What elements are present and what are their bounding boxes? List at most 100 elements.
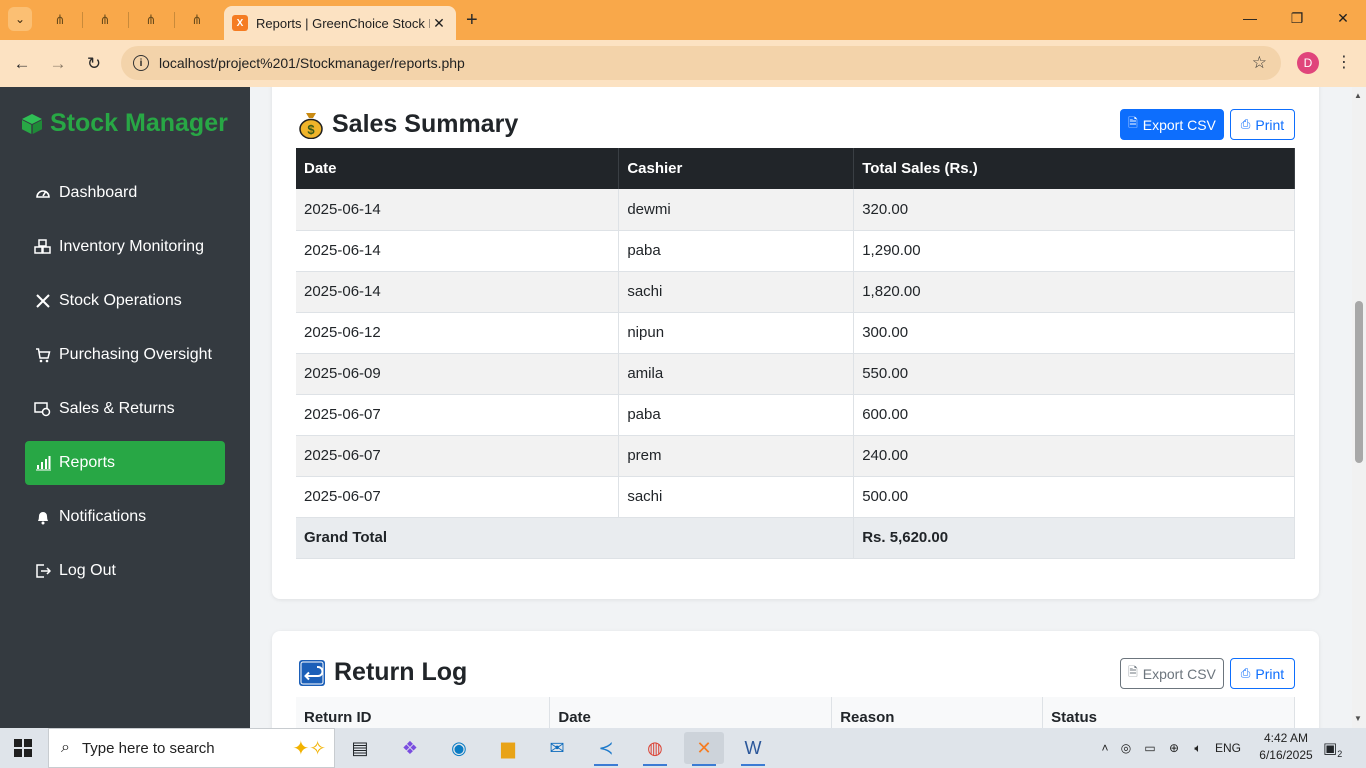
network-icon[interactable]: ⊕ xyxy=(1162,741,1186,755)
pinned-tab-icon[interactable]: ⋔ xyxy=(141,10,161,30)
reload-button[interactable]: ↻ xyxy=(82,52,106,76)
windows-start-icon[interactable] xyxy=(14,739,32,757)
bell-icon xyxy=(34,509,51,526)
sidebar-item-reports[interactable]: Reports xyxy=(25,441,225,485)
word-icon[interactable]: W xyxy=(733,732,773,766)
new-tab-button[interactable]: + xyxy=(466,10,478,30)
close-window-button[interactable]: ✕ xyxy=(1333,10,1353,27)
clock-date: 6/16/2025 xyxy=(1259,748,1313,762)
tab-title: Reports | GreenChoice Stock Ma xyxy=(256,15,430,31)
forward-button[interactable]: → xyxy=(46,52,70,76)
sparkle-icon: ✦✧ xyxy=(292,738,326,760)
battery-icon[interactable]: ▭ xyxy=(1138,741,1162,755)
clock[interactable]: 4:42 AM 6/16/2025 xyxy=(1252,730,1320,764)
scrollbar-thumb[interactable] xyxy=(1355,301,1363,463)
chevron-up-icon[interactable]: ˄ xyxy=(1096,741,1114,755)
back-button[interactable]: ← xyxy=(10,52,34,76)
column-header[interactable]: Total Sales (Rs.) xyxy=(853,148,1295,189)
active-tab[interactable]: X Reports | GreenChoice Stock Ma ✕ xyxy=(224,6,456,40)
language-indicator[interactable]: ENG xyxy=(1210,741,1246,755)
sidebar-item-label: Stock Operations xyxy=(59,292,182,309)
scroll-down-arrow-icon[interactable]: ▼ xyxy=(1354,714,1362,723)
address-bar[interactable]: i localhost/project%201/Stockmanager/rep… xyxy=(121,46,1281,80)
column-header[interactable]: Status xyxy=(1042,697,1295,728)
sidebar-item-stock-operations[interactable]: Stock Operations xyxy=(25,279,225,323)
cashier-cell: paba xyxy=(618,230,855,272)
date-cell: 2025-06-09 xyxy=(296,353,620,395)
export-csv-button[interactable]: 🗎 Export CSV xyxy=(1120,109,1224,140)
volume-icon[interactable]: 🔈︎ xyxy=(1186,741,1210,756)
cart-icon xyxy=(34,347,51,364)
date-cell: 2025-06-07 xyxy=(296,435,620,477)
tab-separator xyxy=(82,12,83,28)
outlook-icon[interactable]: ✉ xyxy=(537,732,577,764)
sidebar-item-log-out[interactable]: Log Out xyxy=(25,549,225,593)
grand-total-row: Grand Total Rs. 5,620.00 xyxy=(296,517,1295,559)
date-cell: 2025-06-07 xyxy=(296,476,620,518)
file-export-icon: 🗎 xyxy=(1128,665,1138,679)
return-log-card: Return Log 🗎 Export CSV ⎙ Print Return I… xyxy=(272,631,1319,728)
taskbar: ⌕ Type here to search ✦✧ ▤ ❖ ◉ ▆ ✉ ≺ ◍ ✕… xyxy=(0,728,1366,768)
site-info-icon[interactable]: i xyxy=(133,55,149,71)
copilot-icon[interactable]: ❖ xyxy=(390,732,430,764)
print-button[interactable]: ⎙ Print xyxy=(1230,658,1295,689)
date-cell: 2025-06-12 xyxy=(296,312,620,354)
pinned-tab-icon[interactable]: ⋔ xyxy=(95,10,115,30)
chrome-icon[interactable]: ◍ xyxy=(635,732,675,766)
column-header[interactable]: Reason xyxy=(831,697,1044,728)
tab-search-button[interactable]: ⌄ xyxy=(8,7,32,31)
profile-avatar[interactable]: D xyxy=(1297,52,1319,74)
sidebar-item-notifications[interactable]: Notifications xyxy=(25,495,225,539)
browser-menu-icon[interactable]: ⋮ xyxy=(1336,52,1352,74)
total-cell: 600.00 xyxy=(853,394,1295,436)
vscode-icon[interactable]: ≺ xyxy=(586,732,626,766)
boxes-icon xyxy=(34,239,51,256)
sidebar-item-label: Reports xyxy=(59,454,116,471)
xampp-favicon-icon: X xyxy=(232,15,248,31)
system-tray: ˄ ◎ ▭ ⊕ 🔈︎ ENG xyxy=(1096,728,1246,768)
svg-text:$: $ xyxy=(307,122,315,137)
notification-center-icon[interactable]: ▣2 xyxy=(1323,739,1342,759)
sidebar-item-inventory-monitoring[interactable]: Inventory Monitoring xyxy=(25,225,225,269)
sidebar-item-sales-returns[interactable]: Sales & Returns xyxy=(25,387,225,431)
main-content: $ Sales Summary 🗎 Export CSV ⎙ Print Dat… xyxy=(250,87,1352,728)
card-title: Sales Summary xyxy=(332,110,519,138)
restore-button[interactable]: ❐ xyxy=(1287,10,1307,27)
camera-icon[interactable]: ◎ xyxy=(1114,741,1138,755)
button-label: Export CSV xyxy=(1142,116,1216,133)
table-row: 2025-06-14 paba 1,290.00 xyxy=(296,230,1295,272)
pinned-tab-icon[interactable]: ⋔ xyxy=(187,10,207,30)
page-scrollbar[interactable]: ▲ ▼ xyxy=(1352,87,1366,728)
cashier-cell: sachi xyxy=(618,476,855,518)
sidebar-item-label: Notifications xyxy=(59,508,147,525)
sidebar-item-purchasing-oversight[interactable]: Purchasing Oversight xyxy=(25,333,225,377)
sidebar-item-dashboard[interactable]: Dashboard xyxy=(25,171,225,215)
pinned-tab-icon[interactable]: ⋔ xyxy=(50,10,70,30)
sales-summary-card: $ Sales Summary 🗎 Export CSV ⎙ Print Dat… xyxy=(272,87,1319,599)
scroll-up-arrow-icon[interactable]: ▲ xyxy=(1354,91,1362,100)
brand[interactable]: Stock Manager xyxy=(20,109,228,138)
cashier-cell: dewmi xyxy=(618,189,855,231)
minimize-button[interactable]: — xyxy=(1240,10,1260,26)
column-header[interactable]: Return ID xyxy=(296,697,551,728)
xampp-icon[interactable]: ✕ xyxy=(684,732,724,766)
column-header[interactable]: Date xyxy=(296,148,620,189)
tab-close-icon[interactable]: ✕ xyxy=(430,15,448,32)
taskbar-search-box[interactable]: ⌕ Type here to search ✦✧ xyxy=(48,728,335,768)
sales-summary-table: Date Cashier Total Sales (Rs.) 2025-06-1… xyxy=(296,148,1295,559)
date-cell: 2025-06-07 xyxy=(296,394,620,436)
export-csv-button[interactable]: 🗎 Export CSV xyxy=(1120,658,1224,689)
column-header[interactable]: Cashier xyxy=(618,148,855,189)
printer-icon: ⎙ xyxy=(1240,117,1251,131)
edge-icon[interactable]: ◉ xyxy=(439,732,479,764)
column-header[interactable]: Date xyxy=(549,697,833,728)
box-icon xyxy=(22,113,42,134)
total-cell: 500.00 xyxy=(853,476,1295,518)
file-explorer-icon[interactable]: ▆ xyxy=(488,732,528,764)
cashier-cell: nipun xyxy=(618,312,855,354)
total-cell: 320.00 xyxy=(853,189,1295,231)
print-button[interactable]: ⎙ Print xyxy=(1230,109,1295,140)
sidebar-item-label: Inventory Monitoring xyxy=(59,238,204,255)
bookmark-star-icon[interactable]: ☆ xyxy=(1252,53,1267,73)
task-view-icon[interactable]: ▤ xyxy=(340,732,380,764)
